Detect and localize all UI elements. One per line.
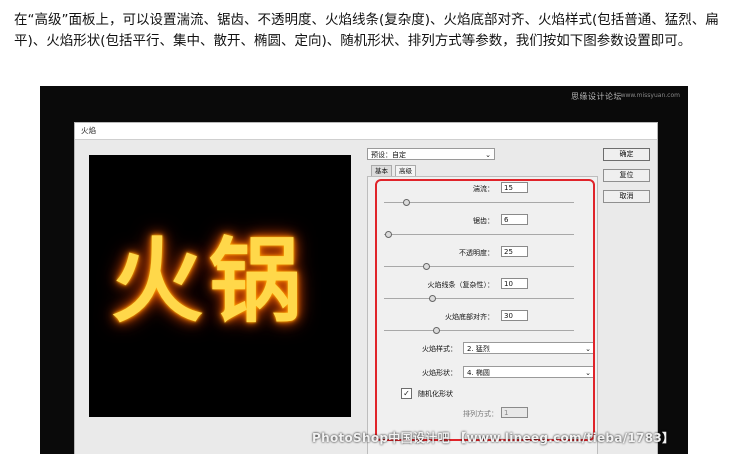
- top-watermark: 思缘设计论坛: [571, 92, 622, 101]
- highlight-box: [375, 179, 595, 441]
- tab-basic[interactable]: 基本: [371, 165, 392, 176]
- flame-preview: 火锅: [89, 155, 351, 417]
- top-watermark-url: www.missyuan.com: [620, 92, 680, 99]
- intro-paragraph: 在“高级”面板上，可以设置湍流、锯齿、不透明度、火焰线条(复杂度)、火焰底部对齐…: [14, 12, 719, 49]
- preview-flame-text: 火锅: [111, 228, 308, 335]
- cancel-button[interactable]: 取消: [603, 190, 650, 203]
- reset-button[interactable]: 复位: [603, 169, 650, 182]
- ok-button[interactable]: 确定: [603, 148, 650, 161]
- preset-select[interactable]: 预设：自定 ⌄: [367, 148, 495, 160]
- bottom-watermark: PhotoShop中国设计吧 【www.lineeg.com/tieba/178…: [312, 431, 675, 445]
- tab-advanced[interactable]: 高级: [395, 165, 416, 176]
- flame-dialog-screenshot: 思缘设计论坛 www.missyuan.com 火焰 火锅 预设：自定 ⌄ 基本…: [40, 86, 688, 454]
- chevron-down-icon: ⌄: [485, 151, 491, 159]
- preset-label: 预设：自定: [371, 151, 406, 159]
- dialog-title: 火焰: [75, 123, 657, 140]
